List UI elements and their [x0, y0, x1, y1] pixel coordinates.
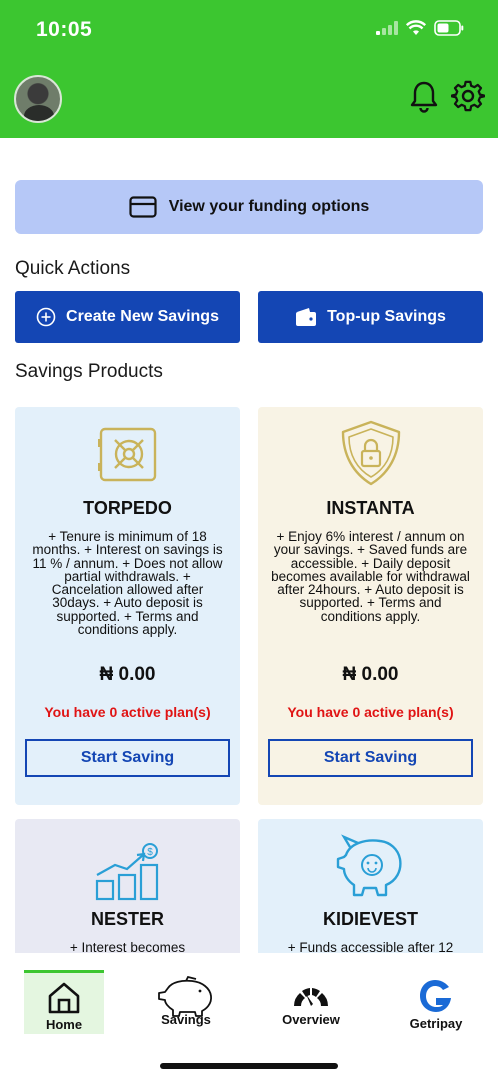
- plus-circle-icon: [36, 307, 56, 327]
- top-up-savings-button[interactable]: Top-up Savings: [258, 291, 483, 343]
- active-plans-text: You have 0 active plan(s): [287, 704, 454, 720]
- shield-lock-icon: [341, 420, 400, 486]
- wallet-icon: [296, 308, 317, 326]
- battery-icon: [434, 20, 464, 36]
- growth-chart-icon: $: [95, 843, 158, 901]
- nav-label: Getripay: [409, 1016, 463, 1031]
- vault-icon: [97, 427, 156, 482]
- status-icons: [376, 20, 464, 36]
- home-icon: [48, 982, 80, 1014]
- main-content: View your funding options Quick Actions …: [0, 138, 498, 953]
- create-new-savings-label: Create New Savings: [66, 308, 219, 325]
- product-amount: ₦ 0.00: [99, 664, 156, 685]
- start-saving-button[interactable]: Start Saving: [25, 739, 230, 777]
- gear-icon[interactable]: [451, 80, 485, 114]
- product-card-kidievest: KIDIEVEST + Funds accessible after 12: [258, 819, 483, 953]
- top-up-savings-label: Top-up Savings: [327, 308, 446, 325]
- home-indicator[interactable]: [160, 1063, 338, 1069]
- product-description: + Interest becomes: [69, 940, 186, 953]
- product-card-torpedo: TORPEDO + Tenure is minimum of 18 months…: [15, 407, 240, 805]
- status-time: 10:05: [36, 18, 93, 41]
- nav-label: Savings: [161, 1012, 211, 1027]
- quick-actions-title: Quick Actions: [15, 258, 131, 279]
- funding-options-button[interactable]: View your funding options: [15, 180, 483, 234]
- product-description: + Tenure is minimum of 18 months. + Inte…: [32, 529, 223, 638]
- gauge-icon: [293, 988, 329, 1006]
- piggy-bank-icon: [336, 834, 402, 897]
- product-description: + Funds accessible after 12: [287, 940, 454, 953]
- product-name: KIDIEVEST: [322, 909, 419, 929]
- active-plans-text: You have 0 active plan(s): [44, 704, 211, 720]
- card-icon: [129, 196, 157, 218]
- product-card-instanta: INSTANTA + Enjoy 6% interest / annum on …: [258, 407, 483, 805]
- create-new-savings-button[interactable]: Create New Savings: [15, 291, 240, 343]
- getripay-logo-icon: [420, 980, 451, 1012]
- nav-home[interactable]: Home: [24, 970, 104, 1034]
- nav-savings[interactable]: Savings: [146, 970, 226, 1034]
- bottom-nav: Home Savings Overview Getripay: [0, 953, 498, 1080]
- svg-text:$: $: [147, 847, 153, 858]
- product-name: TORPEDO: [83, 498, 172, 518]
- app-header: 10:05: [0, 0, 498, 138]
- profile-avatar[interactable]: [14, 75, 62, 123]
- product-name: INSTANTA: [326, 498, 415, 518]
- wifi-icon: [406, 20, 426, 35]
- product-name: NESTER: [90, 909, 164, 929]
- funding-label: View your funding options: [168, 198, 370, 215]
- savings-products-title: Savings Products: [15, 361, 163, 382]
- product-amount: ₦ 0.00: [342, 664, 399, 685]
- bell-icon[interactable]: [408, 80, 440, 114]
- nav-label: Home: [45, 1017, 83, 1032]
- product-description: + Enjoy 6% interest / annum on your savi…: [271, 529, 470, 624]
- nav-label: Overview: [282, 1012, 340, 1027]
- start-saving-button[interactable]: Start Saving: [268, 739, 473, 777]
- signal-icon: [376, 21, 398, 35]
- nav-getripay[interactable]: Getripay: [396, 970, 476, 1034]
- nav-overview[interactable]: Overview: [271, 970, 351, 1034]
- product-card-nester: $ NESTER + Interest becomes: [15, 819, 240, 953]
